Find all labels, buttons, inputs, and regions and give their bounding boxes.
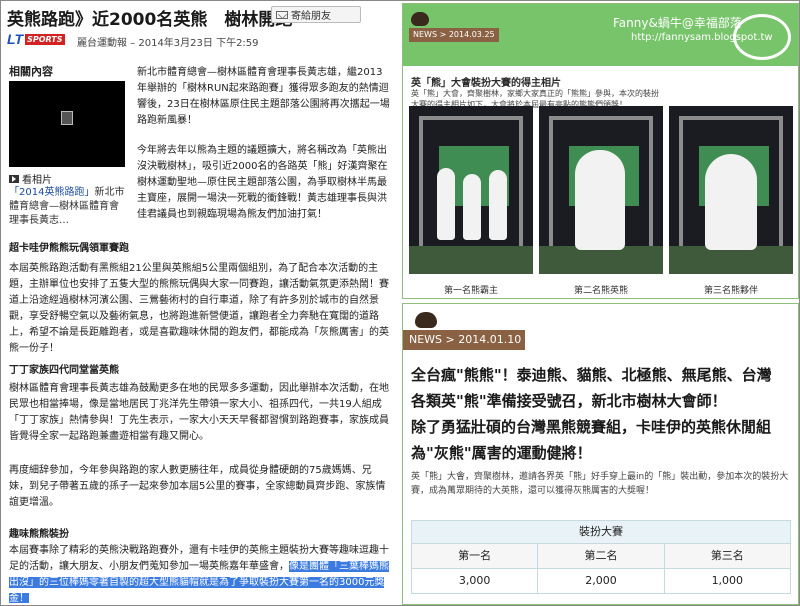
article-paragraph-2: 今年將去年以熊為主題的議題擴大，將名稱改為「英熊出沒決戰樹林」，吸引近2000名…: [137, 145, 388, 220]
envelope-icon: [276, 10, 288, 19]
logo-sports-text: SPORTS: [25, 33, 65, 45]
logo-lt-text: LT: [7, 31, 24, 47]
panda-costume-figure: [705, 154, 757, 250]
winner-photo-3[interactable]: [669, 106, 793, 274]
news-line-3: 除了勇猛壯碩的台灣黑熊競賽組，卡哇伊的英熊休閒組: [411, 418, 772, 436]
contest-table-title: 裝扮大賽: [411, 520, 791, 544]
related-caption: 「2014英熊路跑」新北市體育總會—樹林區體育會理事長黃志…: [9, 186, 125, 228]
event-news-panel: NEWS > 2014.01.10 全台瘋"熊熊"！泰迪熊、貓熊、北極熊、無尾熊…: [402, 303, 799, 605]
prize-col-first: 第一名: [412, 544, 539, 569]
article-paragraph-3: 本屆英熊路跑活動有黑熊組21公里與英熊組5公里兩個組別，為了配合本次活動的主題，…: [9, 263, 389, 354]
view-photos-label: 看相片: [22, 175, 52, 186]
article-paragraph-1: 新北市體育總會—樹林區體育會理事長黃志雄，繼2013年舉辦的「樹林RUN起來路跑…: [137, 67, 390, 126]
bear-icon: [415, 312, 437, 328]
share-label: 寄給朋友: [291, 11, 331, 22]
snail-logo-icon: [733, 14, 791, 60]
news-date-tag: NEWS > 2014.03.25: [409, 28, 499, 42]
photo-ground-shape: [539, 246, 663, 274]
blog-post-panel: NEWS > 2014.03.25 Fanny&蝸牛@幸福部落 http://f…: [402, 3, 799, 299]
share-button[interactable]: 寄給朋友: [271, 6, 361, 23]
news-line-4: 為"灰熊"厲害的運動健將！: [411, 444, 592, 462]
prize-amount-second: 2,000: [538, 569, 665, 594]
winner-photo-2[interactable]: [539, 106, 663, 274]
photo-caption-2: 第二名熊英熊: [573, 286, 628, 296]
blog-post-title: 英「熊」大會裝扮大賽的得主相片: [411, 78, 561, 89]
prize-col-second: 第二名: [538, 544, 665, 569]
photo-ground-shape: [669, 246, 793, 274]
prize-amount-third: 1,000: [664, 569, 791, 594]
section-heading-3: 趣味熊熊裝扮: [9, 529, 69, 540]
section-heading-2: 丁丁家族四代同堂當英熊: [9, 365, 119, 376]
article-byline: 麗台運動報 – 2014年3月23日 下午2:59: [77, 38, 259, 49]
article-paragraph-6: 本屆賽事除了精彩的英熊決戰路跑賽外，還有卡哇伊的英熊主題裝扮大賽等趣味逗趣十足的…: [9, 543, 391, 603]
winner-photo-1[interactable]: [409, 106, 533, 274]
related-media-thumbnail[interactable]: [9, 81, 125, 167]
prize-table-header-row: 第一名 第二名 第三名: [411, 544, 791, 569]
runner-figure: [463, 174, 481, 240]
blog-title: Fanny&蝸牛@幸福部落: [613, 16, 742, 30]
article-paragraph-5: 再度細辞參加，今年參與路跑的家人數更勝往年，成員從身體硬朗的75歲媽媽、兄妹，到…: [9, 465, 386, 508]
article-paragraph-4: 樹林區體育會理事長黃志雄為鼓勵更多在地的民眾多多運動，因此舉辦本次活動，在地民眾…: [9, 383, 389, 442]
photo-ground-shape: [409, 246, 533, 274]
section-heading-1: 超卡哇伊熊熊玩偶領軍賽跑: [9, 243, 129, 254]
news-line-2: 各類英"熊"準備接受號召，新北市樹林大會師！: [411, 392, 727, 410]
view-photos-link[interactable]: 看相片: [9, 171, 52, 186]
runner-figure: [437, 168, 455, 240]
article-headline: 英熊路跑》近2000名英熊 樹林開跑: [7, 10, 293, 30]
photo-caption-1: 第一名熊霸主: [443, 286, 498, 296]
prize-col-third: 第三名: [664, 544, 791, 569]
related-content-title: 相關內容: [9, 65, 53, 78]
camera-icon: [9, 174, 19, 183]
news-body-text: 英「熊」大會，齊聚樹林，邀請各界英「熊」好手穿上最in的「熊」裝出動，參加本次的…: [411, 472, 789, 496]
panda-costume-figure: [575, 150, 625, 250]
prize-table-row: 3,000 2,000 1,000: [411, 569, 791, 594]
image-placeholder-icon: [61, 111, 73, 125]
news-article: 英熊路跑》近2000名英熊 樹林開跑 寄給朋友 LT SPORTS 麗台運動報 …: [3, 3, 397, 603]
prize-amount-first: 3,000: [412, 569, 539, 594]
photo-caption-3: 第三名熊夥伴: [703, 286, 758, 296]
sports-logo: LT SPORTS: [7, 31, 71, 47]
runner-figure: [489, 170, 507, 240]
news-date-bar: NEWS > 2014.01.10: [403, 330, 525, 350]
bear-icon: [411, 12, 429, 26]
related-caption-link[interactable]: 「2014英熊路跑」: [9, 187, 94, 198]
news-line-1: 全台瘋"熊熊"！泰迪熊、貓熊、北極熊、無尾熊、台灣: [411, 366, 772, 384]
screenshot-collage: 英熊路跑》近2000名英熊 樹林開跑 寄給朋友 LT SPORTS 麗台運動報 …: [0, 0, 800, 606]
